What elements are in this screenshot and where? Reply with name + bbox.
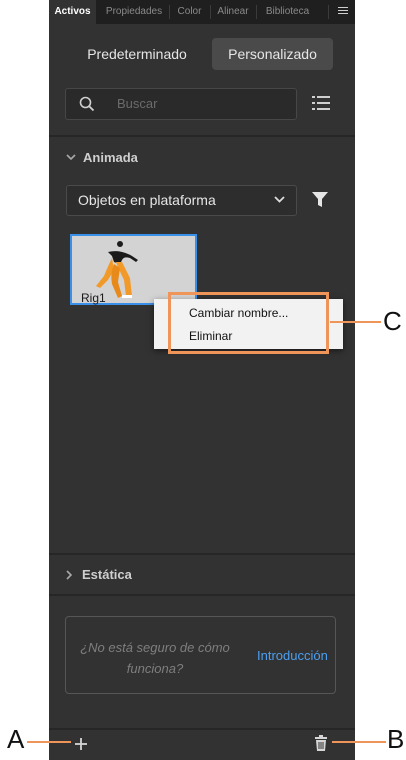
intro-question: ¿No está seguro de cómo funciona? xyxy=(80,640,230,676)
intro-box: ¿No está seguro de cómo funciona? Introd… xyxy=(65,616,336,694)
tab-divider xyxy=(328,5,329,19)
tab-color[interactable]: Color xyxy=(172,0,207,24)
assets-panel: Activos Propiedades Color Alinear Biblio… xyxy=(49,0,355,760)
personalizado-button[interactable]: Personalizado xyxy=(212,38,333,70)
chevron-down-icon[interactable] xyxy=(66,153,76,161)
section-title-estatica[interactable]: Estática xyxy=(82,567,132,582)
tab-divider xyxy=(169,5,170,19)
callout-line-b xyxy=(332,741,386,743)
tab-divider xyxy=(210,5,211,19)
bottom-toolbar xyxy=(49,728,355,760)
callout-box-c xyxy=(168,292,329,354)
trash-icon[interactable] xyxy=(315,735,327,751)
callout-line-a xyxy=(27,741,71,743)
asset-name: Rig1 xyxy=(81,291,106,305)
chevron-right-icon[interactable] xyxy=(65,570,73,580)
section-title-animada[interactable]: Animada xyxy=(83,150,138,165)
callout-label-a: A xyxy=(7,724,25,754)
tab-activos[interactable]: Activos xyxy=(49,0,96,24)
divider xyxy=(49,594,355,596)
panel-menu-icon[interactable] xyxy=(338,7,348,16)
dropdown-value: Objetos en plataforma xyxy=(78,192,216,208)
callout-line-c xyxy=(330,321,381,323)
panel-tab-bar: Activos Propiedades Color Alinear Biblio… xyxy=(49,0,355,24)
predeterminado-button[interactable]: Predeterminado xyxy=(77,38,197,70)
tab-alinear[interactable]: Alinear xyxy=(213,0,253,24)
search-field[interactable]: Buscar xyxy=(65,88,297,120)
divider xyxy=(49,135,355,137)
list-view-icon[interactable] xyxy=(312,95,330,111)
intro-link[interactable]: Introducción xyxy=(257,648,328,663)
tab-biblioteca[interactable]: Biblioteca xyxy=(259,0,316,24)
callout-label-b: B xyxy=(387,724,405,754)
divider xyxy=(49,553,355,555)
tab-divider xyxy=(256,5,257,19)
tab-propiedades[interactable]: Propiedades xyxy=(102,0,166,24)
search-input[interactable]: Buscar xyxy=(117,89,157,119)
add-icon[interactable] xyxy=(75,738,87,750)
category-dropdown[interactable]: Objetos en plataforma xyxy=(66,185,297,216)
chevron-down-icon xyxy=(274,196,285,203)
search-icon xyxy=(79,96,95,112)
callout-label-c: C xyxy=(383,306,402,336)
filter-icon[interactable] xyxy=(312,192,328,208)
